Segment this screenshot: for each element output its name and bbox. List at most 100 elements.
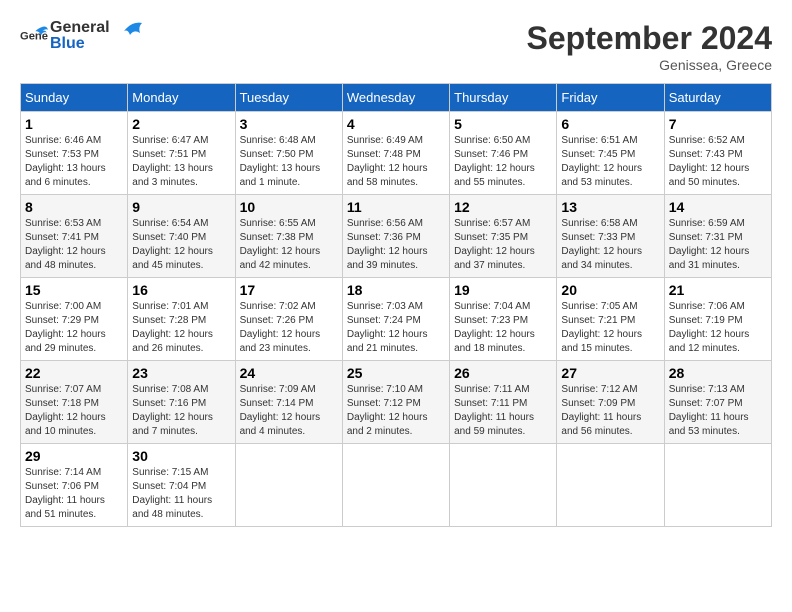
week-row-2: 8 Sunrise: 6:53 AM Sunset: 7:41 PM Dayli… [21,195,772,278]
day-info: Sunrise: 7:01 AM Sunset: 7:28 PM Dayligh… [132,300,230,356]
day-info: Sunrise: 6:48 AM Sunset: 7:50 PM Dayligh… [240,134,338,190]
day-cell-27: 27 Sunrise: 7:12 AM Sunset: 7:09 PM Dayl… [557,361,664,444]
day-info: Sunrise: 6:49 AM Sunset: 7:48 PM Dayligh… [347,134,445,190]
day-number: 28 [669,365,767,381]
day-cell-26: 26 Sunrise: 7:11 AM Sunset: 7:11 PM Dayl… [450,361,557,444]
day-info: Sunrise: 7:11 AM Sunset: 7:11 PM Dayligh… [454,383,552,439]
day-cell-9: 9 Sunrise: 6:54 AM Sunset: 7:40 PM Dayli… [128,195,235,278]
day-number: 25 [347,365,445,381]
empty-cell [450,444,557,527]
week-row-1: 1 Sunrise: 6:46 AM Sunset: 7:53 PM Dayli… [21,112,772,195]
day-info: Sunrise: 7:15 AM Sunset: 7:04 PM Dayligh… [132,466,230,522]
day-cell-14: 14 Sunrise: 6:59 AM Sunset: 7:31 PM Dayl… [664,195,771,278]
day-info: Sunrise: 7:08 AM Sunset: 7:16 PM Dayligh… [132,383,230,439]
day-info: Sunrise: 7:04 AM Sunset: 7:23 PM Dayligh… [454,300,552,356]
day-number: 21 [669,282,767,298]
day-cell-8: 8 Sunrise: 6:53 AM Sunset: 7:41 PM Dayli… [21,195,128,278]
day-info: Sunrise: 7:05 AM Sunset: 7:21 PM Dayligh… [561,300,659,356]
day-info: Sunrise: 7:09 AM Sunset: 7:14 PM Dayligh… [240,383,338,439]
header-tuesday: Tuesday [235,84,342,112]
header-saturday: Saturday [664,84,771,112]
day-number: 12 [454,199,552,215]
day-info: Sunrise: 6:53 AM Sunset: 7:41 PM Dayligh… [25,217,123,273]
day-info: Sunrise: 6:57 AM Sunset: 7:35 PM Dayligh… [454,217,552,273]
day-number: 18 [347,282,445,298]
day-number: 24 [240,365,338,381]
empty-cell [557,444,664,527]
day-number: 9 [132,199,230,215]
day-info: Sunrise: 7:12 AM Sunset: 7:09 PM Dayligh… [561,383,659,439]
day-cell-29: 29 Sunrise: 7:14 AM Sunset: 7:06 PM Dayl… [21,444,128,527]
day-info: Sunrise: 6:47 AM Sunset: 7:51 PM Dayligh… [132,134,230,190]
day-cell-3: 3 Sunrise: 6:48 AM Sunset: 7:50 PM Dayli… [235,112,342,195]
day-cell-1: 1 Sunrise: 6:46 AM Sunset: 7:53 PM Dayli… [21,112,128,195]
weekday-header-row: Sunday Monday Tuesday Wednesday Thursday… [21,84,772,112]
day-cell-15: 15 Sunrise: 7:00 AM Sunset: 7:29 PM Dayl… [21,278,128,361]
location-subtitle: Genissea, Greece [527,57,772,73]
day-info: Sunrise: 7:00 AM Sunset: 7:29 PM Dayligh… [25,300,123,356]
day-number: 6 [561,116,659,132]
page-header: General General Blue September 2024 Geni… [20,20,772,73]
day-cell-30: 30 Sunrise: 7:15 AM Sunset: 7:04 PM Dayl… [128,444,235,527]
day-number: 1 [25,116,123,132]
day-info: Sunrise: 6:52 AM Sunset: 7:43 PM Dayligh… [669,134,767,190]
day-number: 17 [240,282,338,298]
day-cell-6: 6 Sunrise: 6:51 AM Sunset: 7:45 PM Dayli… [557,112,664,195]
day-info: Sunrise: 7:02 AM Sunset: 7:26 PM Dayligh… [240,300,338,356]
day-cell-24: 24 Sunrise: 7:09 AM Sunset: 7:14 PM Dayl… [235,361,342,444]
day-cell-12: 12 Sunrise: 6:57 AM Sunset: 7:35 PM Dayl… [450,195,557,278]
day-number: 5 [454,116,552,132]
day-cell-23: 23 Sunrise: 7:08 AM Sunset: 7:16 PM Dayl… [128,361,235,444]
day-cell-18: 18 Sunrise: 7:03 AM Sunset: 7:24 PM Dayl… [342,278,449,361]
day-cell-19: 19 Sunrise: 7:04 AM Sunset: 7:23 PM Dayl… [450,278,557,361]
logo-icon: General [20,25,48,47]
day-number: 26 [454,365,552,381]
day-number: 13 [561,199,659,215]
day-info: Sunrise: 6:59 AM Sunset: 7:31 PM Dayligh… [669,217,767,273]
day-cell-16: 16 Sunrise: 7:01 AM Sunset: 7:28 PM Dayl… [128,278,235,361]
day-number: 16 [132,282,230,298]
day-cell-25: 25 Sunrise: 7:10 AM Sunset: 7:12 PM Dayl… [342,361,449,444]
empty-cell [342,444,449,527]
empty-cell [664,444,771,527]
logo: General General Blue [20,20,144,52]
day-info: Sunrise: 7:13 AM Sunset: 7:07 PM Dayligh… [669,383,767,439]
day-number: 11 [347,199,445,215]
day-cell-11: 11 Sunrise: 6:56 AM Sunset: 7:36 PM Dayl… [342,195,449,278]
day-info: Sunrise: 6:51 AM Sunset: 7:45 PM Dayligh… [561,134,659,190]
day-cell-21: 21 Sunrise: 7:06 AM Sunset: 7:19 PM Dayl… [664,278,771,361]
day-info: Sunrise: 6:58 AM Sunset: 7:33 PM Dayligh… [561,217,659,273]
logo-bird-icon [114,19,144,44]
day-number: 15 [25,282,123,298]
day-info: Sunrise: 7:07 AM Sunset: 7:18 PM Dayligh… [25,383,123,439]
day-number: 29 [25,448,123,464]
day-cell-17: 17 Sunrise: 7:02 AM Sunset: 7:26 PM Dayl… [235,278,342,361]
day-info: Sunrise: 6:56 AM Sunset: 7:36 PM Dayligh… [347,217,445,273]
header-thursday: Thursday [450,84,557,112]
header-friday: Friday [557,84,664,112]
day-info: Sunrise: 6:46 AM Sunset: 7:53 PM Dayligh… [25,134,123,190]
day-number: 19 [454,282,552,298]
day-number: 7 [669,116,767,132]
day-info: Sunrise: 7:06 AM Sunset: 7:19 PM Dayligh… [669,300,767,356]
day-number: 23 [132,365,230,381]
day-cell-10: 10 Sunrise: 6:55 AM Sunset: 7:38 PM Dayl… [235,195,342,278]
title-area: September 2024 Genissea, Greece [527,20,772,73]
day-number: 3 [240,116,338,132]
day-cell-13: 13 Sunrise: 6:58 AM Sunset: 7:33 PM Dayl… [557,195,664,278]
day-info: Sunrise: 6:54 AM Sunset: 7:40 PM Dayligh… [132,217,230,273]
header-sunday: Sunday [21,84,128,112]
day-number: 8 [25,199,123,215]
day-info: Sunrise: 7:14 AM Sunset: 7:06 PM Dayligh… [25,466,123,522]
day-info: Sunrise: 6:55 AM Sunset: 7:38 PM Dayligh… [240,217,338,273]
header-monday: Monday [128,84,235,112]
day-number: 4 [347,116,445,132]
day-cell-2: 2 Sunrise: 6:47 AM Sunset: 7:51 PM Dayli… [128,112,235,195]
day-cell-20: 20 Sunrise: 7:05 AM Sunset: 7:21 PM Dayl… [557,278,664,361]
week-row-5: 29 Sunrise: 7:14 AM Sunset: 7:06 PM Dayl… [21,444,772,527]
empty-cell [235,444,342,527]
day-cell-5: 5 Sunrise: 6:50 AM Sunset: 7:46 PM Dayli… [450,112,557,195]
week-row-3: 15 Sunrise: 7:00 AM Sunset: 7:29 PM Dayl… [21,278,772,361]
day-number: 2 [132,116,230,132]
day-info: Sunrise: 6:50 AM Sunset: 7:46 PM Dayligh… [454,134,552,190]
